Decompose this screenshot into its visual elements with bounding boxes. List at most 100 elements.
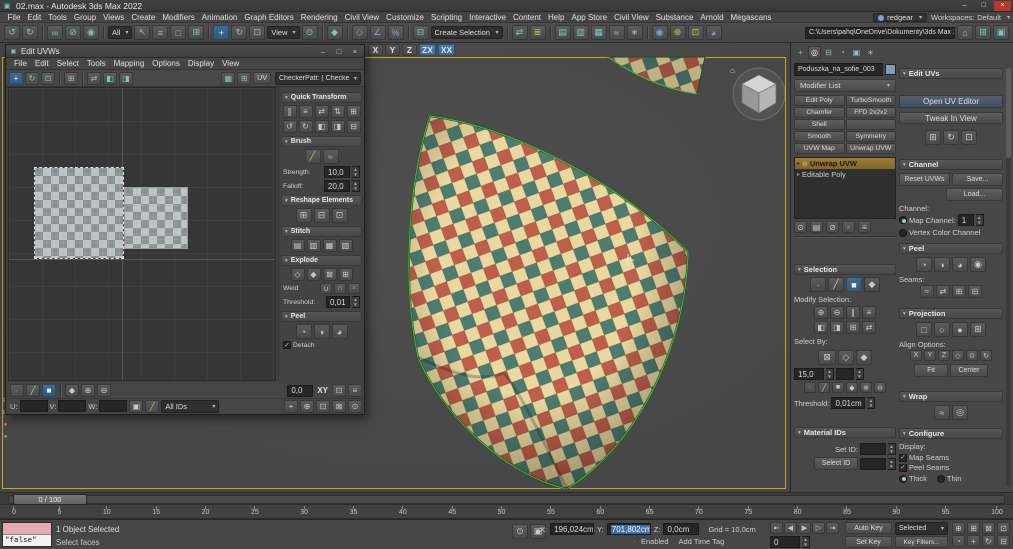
menu-item[interactable]: Create [128, 13, 159, 22]
point-to-point-selection-icon[interactable]: ⇄ [862, 321, 876, 334]
relax-until-flat-icon[interactable]: ⊟ [314, 208, 330, 223]
menu-item[interactable]: Group [70, 13, 99, 22]
previous-frame-icon[interactable]: ◀ [784, 522, 797, 534]
pelt-map-icon[interactable]: ◕ [332, 324, 348, 339]
peel-seams-checkbox[interactable]: ✓ [899, 464, 907, 472]
modifier-stack-item-unwrap-uvw[interactable]: ▸ ⊙ Unwrap UVW [795, 158, 895, 169]
relax-brush-icon[interactable]: ≈ [323, 149, 339, 164]
modifier-set-button[interactable] [846, 119, 897, 130]
cylindrical-map-icon[interactable]: ○ [934, 322, 950, 337]
peel-mode-icon[interactable]: ◑ [314, 324, 330, 339]
object-name-field[interactable]: Poduszka_na_sofie_003 [794, 63, 883, 76]
spinner-control[interactable]: ▲▼ [352, 180, 360, 192]
stitch-to-target-icon[interactable]: ▧ [339, 239, 353, 252]
select-element-icon[interactable]: ⊞ [846, 321, 860, 334]
straighten-selection-icon[interactable]: ⊞ [296, 208, 312, 223]
uvw-menu-item[interactable]: Tools [83, 59, 110, 68]
reset-uvws-button[interactable]: Reset UVWs [899, 173, 950, 186]
snap-to-grid-icon[interactable]: ⊟ [347, 120, 361, 133]
weld-selected-icon[interactable]: ∩ [334, 283, 346, 294]
flip-horizontal-icon[interactable]: ◧ [103, 72, 117, 85]
edit-uvs-rollout-header[interactable]: ▾ Edit UVs [899, 68, 1003, 79]
notification-red-icon[interactable]: ● [1, 420, 10, 429]
scale-icon[interactable]: ⊡ [41, 72, 55, 85]
menu-item[interactable]: Megascans [727, 13, 775, 22]
time-slider-track[interactable]: 0 / 100 [0, 492, 1013, 505]
uv-editor-canvas[interactable] [8, 87, 276, 381]
thick-radio[interactable] [899, 475, 907, 483]
bind-to-space-warp-icon[interactable]: ◉ [83, 25, 99, 40]
angle-snap-toggle-icon[interactable]: ∠ [370, 25, 386, 40]
motion-tab-icon[interactable]: ◔ [836, 46, 849, 59]
spinner-control[interactable]: ▲▼ [826, 368, 834, 380]
track-bar[interactable]: 0510152025303540455055606570758085909510… [0, 505, 1013, 519]
maximize-viewport-toggle-icon[interactable]: ⊟ [997, 535, 1010, 547]
modifier-set-button[interactable]: Unwrap UVW [846, 143, 897, 154]
auto-key-button[interactable]: Auto Key [845, 522, 892, 534]
select-object-icon[interactable]: ↖ [134, 25, 150, 40]
zoom-extents-icon[interactable]: ⊠ [982, 522, 995, 534]
xy-space-label[interactable]: XY [315, 386, 330, 395]
restrict-z-button[interactable]: Z [402, 44, 417, 56]
flip-vertical-icon[interactable]: ◨ [331, 120, 345, 133]
time-slider-handle[interactable]: 0 / 100 [13, 494, 87, 505]
uv-island[interactable] [125, 188, 187, 248]
threshold-field[interactable]: 0,01cm [831, 397, 865, 409]
current-frame-field[interactable]: 0 [770, 536, 800, 548]
select-edge-loop-icon[interactable]: ≡ [862, 306, 876, 319]
render-production-icon[interactable]: ◕ [706, 25, 722, 40]
shrink-selection-icon[interactable]: ⊖ [830, 306, 844, 319]
uvw-menu-item[interactable]: Display [184, 59, 218, 68]
projection-rollout-header[interactable]: ▾ Projection [899, 308, 1003, 319]
enabled-label[interactable]: Enabled [641, 537, 669, 546]
display-tab-icon[interactable]: ▣ [850, 46, 863, 59]
set-id-field[interactable] [860, 443, 886, 455]
x-transform-field[interactable]: 196,024cm [550, 523, 594, 535]
named-selection-dropdown[interactable]: Create Selection Se ▾ [431, 26, 503, 39]
pan-view-icon[interactable]: + [967, 535, 980, 547]
redo-icon[interactable]: ↻ [22, 25, 38, 40]
configure-rollout-header[interactable]: ▾ Configure [899, 428, 1003, 439]
align-to-edge-icon[interactable]: ⇄ [315, 105, 329, 118]
pelt-map-icon[interactable]: ◉ [970, 257, 986, 272]
vertex-sub-object-icon[interactable]: ∙ [810, 277, 826, 292]
stitch-to-average-icon[interactable]: ▥ [307, 239, 321, 252]
align-icon[interactable]: ≣ [530, 25, 546, 40]
element-toggle-icon[interactable]: ◆ [864, 277, 880, 292]
rescale-elements-icon[interactable]: ⊞ [347, 105, 361, 118]
planar-angle-field[interactable]: 15,0 [794, 368, 824, 380]
render-setup-icon[interactable]: ⊛ [670, 25, 686, 40]
menu-item[interactable]: Rendering [297, 13, 341, 22]
menu-item[interactable]: Scripting [427, 13, 465, 22]
percent-snap-toggle-icon[interactable]: % [388, 25, 404, 40]
curve-editor-icon[interactable]: ≈ [609, 25, 625, 40]
selection-region-icon[interactable]: □ [170, 25, 186, 40]
menu-item[interactable]: Civil View [341, 13, 383, 22]
paint-select-icon[interactable]: ╱ [145, 400, 159, 413]
minimize-button[interactable]: – [317, 47, 329, 56]
menu-item[interactable]: Modifiers [159, 13, 198, 22]
select-mode-a-icon[interactable]: ∙ [804, 382, 816, 393]
zoom-all-icon[interactable]: ⊞ [967, 522, 980, 534]
best-align-icon[interactable]: ◇ [952, 350, 964, 361]
restrict-plane-zx-button[interactable]: ZX [419, 44, 436, 56]
remove-modifier-icon[interactable]: × [842, 221, 855, 233]
select-and-link-icon[interactable]: ∞ [47, 25, 63, 40]
edit-seams-icon[interactable]: ≈ [920, 285, 934, 298]
select-and-manipulate-icon[interactable]: ◆ [327, 25, 343, 40]
uv-rotate-icon[interactable]: ↻ [943, 130, 959, 145]
wrap-spline-icon[interactable]: ≈ [934, 405, 950, 420]
uv-edge-mode-icon[interactable]: ╱ [26, 384, 40, 397]
quick-peel-icon[interactable]: ◔ [916, 257, 932, 272]
show-map-toggle-icon[interactable]: ▦ [221, 72, 235, 85]
flatten-by-smoothing-icon[interactable]: ⊞ [339, 268, 353, 281]
stitch-to-source-icon[interactable]: ▦ [323, 239, 337, 252]
spinner-control[interactable]: ▲▼ [856, 368, 864, 380]
modifier-set-button[interactable]: Symmetry [846, 131, 897, 142]
panel-scrollbar[interactable] [1006, 68, 1011, 486]
map-channel-field[interactable]: 1 [958, 214, 974, 226]
scene-explorer-icon[interactable]: ▤ [555, 25, 571, 40]
rendered-frame-window-icon[interactable]: ⊡ [688, 25, 704, 40]
utilities-tab-icon[interactable]: ∗ [864, 46, 877, 59]
uv-threshold-field[interactable]: 0,01 [326, 296, 350, 308]
